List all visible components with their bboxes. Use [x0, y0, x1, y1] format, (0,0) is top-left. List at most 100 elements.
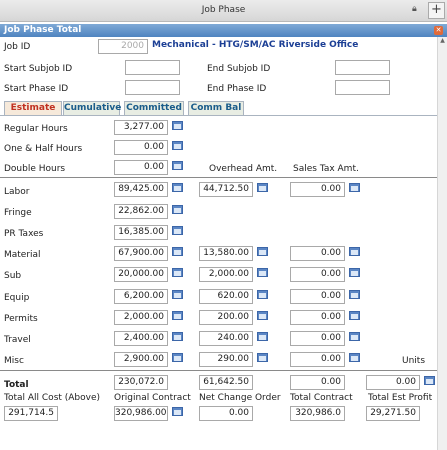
sub-tax-input[interactable]: 0.00: [290, 267, 345, 282]
calculator-icon[interactable]: [172, 311, 183, 320]
equip-amount-input[interactable]: 6,200.00: [114, 289, 168, 304]
scroll-up-arrow-icon[interactable]: ▲: [438, 37, 447, 47]
misc-tax-input[interactable]: 0.00: [290, 352, 345, 367]
sub-overhead-input[interactable]: 2,000.00: [199, 267, 253, 282]
regular-hours-input[interactable]: 3,277.00: [114, 120, 168, 135]
material-label: Material: [4, 250, 41, 260]
total-amount-field[interactable]: 230,072.0: [114, 375, 168, 390]
calculator-icon[interactable]: [172, 407, 183, 416]
labor-overhead-input[interactable]: 44,712.50: [199, 182, 253, 197]
double-hours-input[interactable]: 0.00: [114, 160, 168, 175]
misc-label: Misc: [4, 356, 24, 366]
window-titlebar: Job Phase 🔒︎ +: [0, 0, 447, 22]
start-phase-input[interactable]: [125, 80, 180, 95]
misc-overhead-input[interactable]: 290.00: [199, 352, 253, 367]
pr-taxes-amount-input[interactable]: 16,385.00: [114, 225, 168, 240]
double-hours-label: Double Hours: [4, 164, 66, 174]
original-contract-input[interactable]: 320,986.00: [114, 406, 168, 421]
labor-label: Labor: [4, 187, 30, 197]
start-subjob-input[interactable]: [125, 60, 180, 75]
calculator-icon[interactable]: [349, 268, 360, 277]
section-divider: [0, 177, 437, 178]
net-change-order-label: Net Change Order: [199, 393, 281, 403]
add-button[interactable]: +: [428, 2, 445, 19]
overhead-amt-header: Overhead Amt.: [209, 164, 278, 174]
total-all-cost-field[interactable]: 291,714.5: [4, 406, 58, 421]
permits-amount-input[interactable]: 2,000.00: [114, 310, 168, 325]
calculator-icon[interactable]: [257, 183, 268, 192]
misc-amount-input[interactable]: 2,900.00: [114, 352, 168, 367]
fringe-amount-input[interactable]: 22,862.00: [114, 204, 168, 219]
total-contract-field[interactable]: 320,986.0: [290, 406, 345, 421]
net-change-order-field[interactable]: 0.00: [199, 406, 253, 421]
total-units-field[interactable]: 0.00: [366, 375, 420, 390]
travel-tax-input[interactable]: 0.00: [290, 331, 345, 346]
calculator-icon[interactable]: [349, 311, 360, 320]
calculator-icon[interactable]: [257, 311, 268, 320]
start-subjob-label: Start Subjob ID: [4, 64, 73, 74]
total-est-profit-label: Total Est Profit: [368, 393, 433, 403]
calculator-icon[interactable]: [172, 332, 183, 341]
calculator-icon[interactable]: [257, 290, 268, 299]
calculator-icon[interactable]: [172, 183, 183, 192]
job-description: Mechanical - HTG/SM/AC Riverside Office: [152, 40, 359, 50]
material-tax-input[interactable]: 0.00: [290, 246, 345, 261]
tab-cumulative[interactable]: Cumulative: [63, 101, 121, 115]
calculator-icon[interactable]: [172, 353, 183, 362]
fringe-label: Fringe: [4, 208, 32, 218]
calculator-icon[interactable]: [349, 332, 360, 341]
lock-icon: 🔒︎: [412, 4, 417, 14]
sub-amount-input[interactable]: 20,000.00: [114, 267, 168, 282]
total-tax-field[interactable]: 0.00: [290, 375, 345, 390]
one-half-hours-input[interactable]: 0.00: [114, 140, 168, 155]
travel-overhead-input[interactable]: 240.00: [199, 331, 253, 346]
travel-label: Travel: [4, 335, 31, 345]
total-est-profit-field[interactable]: 29,271.50: [366, 406, 420, 421]
section-divider: [0, 370, 437, 371]
calculator-icon[interactable]: [349, 290, 360, 299]
start-phase-label: Start Phase ID: [4, 84, 69, 94]
sub-label: Sub: [4, 271, 22, 281]
end-phase-input[interactable]: [335, 80, 390, 95]
calculator-icon[interactable]: [172, 161, 183, 170]
tab-comm-bal[interactable]: Comm Bal: [188, 101, 244, 115]
calculator-icon[interactable]: [172, 290, 183, 299]
total-overhead-field[interactable]: 61,642.50: [199, 375, 253, 390]
tab-estimate[interactable]: Estimate: [4, 101, 62, 115]
tab-divider: [0, 115, 437, 116]
original-contract-label: Original Contract: [114, 393, 191, 403]
calculator-icon[interactable]: [172, 205, 183, 214]
permits-tax-input[interactable]: 0.00: [290, 310, 345, 325]
close-icon[interactable]: ✕: [434, 26, 443, 35]
pr-taxes-label: PR Taxes: [4, 229, 44, 239]
calculator-icon[interactable]: [349, 247, 360, 256]
sales-tax-amt-header: Sales Tax Amt.: [293, 164, 359, 174]
calculator-icon[interactable]: [172, 121, 183, 130]
total-all-cost-label: Total All Cost (Above): [4, 393, 101, 403]
calculator-icon[interactable]: [172, 226, 183, 235]
calculator-icon[interactable]: [172, 268, 183, 277]
permits-overhead-input[interactable]: 200.00: [199, 310, 253, 325]
material-overhead-input[interactable]: 13,580.00: [199, 246, 253, 261]
panel-header: Job Phase Total ✕: [0, 24, 447, 37]
panel-title: Job Phase Total: [4, 25, 82, 35]
calculator-icon[interactable]: [172, 141, 183, 150]
job-id-field[interactable]: 2000: [98, 39, 148, 54]
calculator-icon[interactable]: [172, 247, 183, 256]
material-amount-input[interactable]: 67,900.00: [114, 246, 168, 261]
end-subjob-input[interactable]: [335, 60, 390, 75]
calculator-icon[interactable]: [257, 268, 268, 277]
calculator-icon[interactable]: [424, 376, 435, 385]
calculator-icon[interactable]: [257, 353, 268, 362]
labor-tax-input[interactable]: 0.00: [290, 182, 345, 197]
vertical-scrollbar[interactable]: ▲: [437, 37, 447, 450]
equip-tax-input[interactable]: 0.00: [290, 289, 345, 304]
labor-amount-input[interactable]: 89,425.00: [114, 182, 168, 197]
calculator-icon[interactable]: [349, 183, 360, 192]
travel-amount-input[interactable]: 2,400.00: [114, 331, 168, 346]
calculator-icon[interactable]: [257, 332, 268, 341]
tab-committed[interactable]: Committed: [124, 101, 184, 115]
calculator-icon[interactable]: [349, 353, 360, 362]
calculator-icon[interactable]: [257, 247, 268, 256]
equip-overhead-input[interactable]: 620.00: [199, 289, 253, 304]
